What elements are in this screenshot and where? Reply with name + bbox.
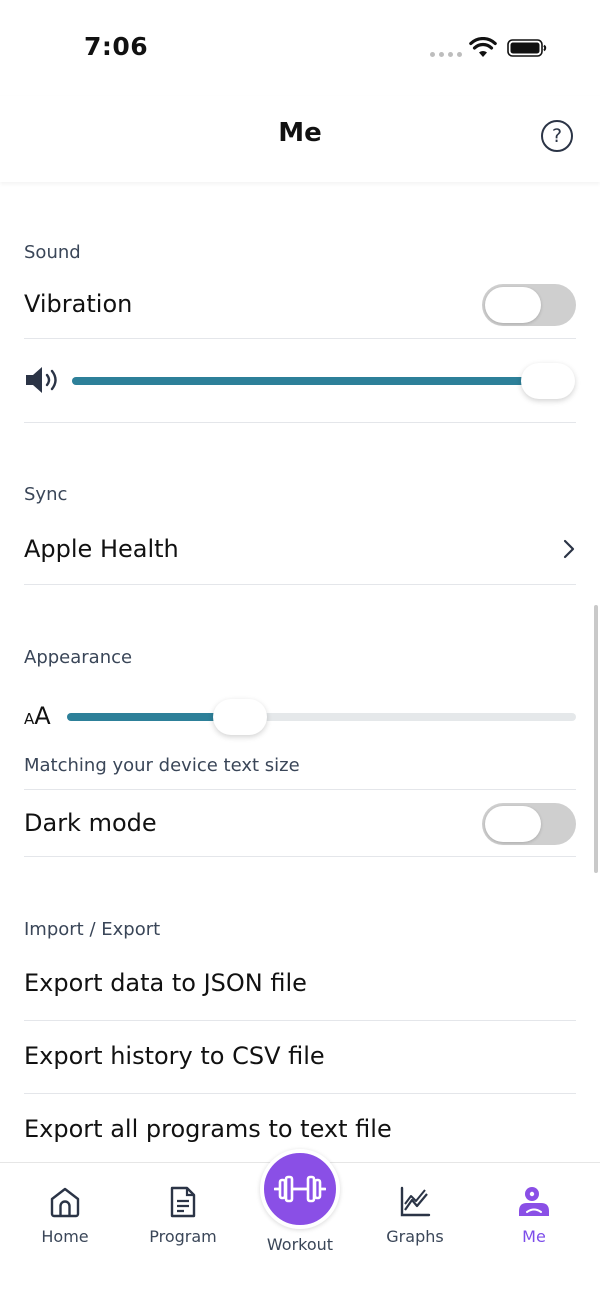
tab-label-workout[interactable]: Workout bbox=[240, 1235, 360, 1254]
status-time: 7:06 bbox=[84, 32, 149, 61]
cellular-signal-icon bbox=[430, 52, 462, 57]
header: Me ? bbox=[0, 96, 600, 182]
tab-label: Home bbox=[41, 1227, 89, 1246]
section-label-import-export: Import / Export bbox=[24, 919, 161, 940]
text-size-slider[interactable] bbox=[67, 713, 576, 721]
section-label-sync: Sync bbox=[24, 484, 68, 505]
graph-icon bbox=[400, 1186, 431, 1217]
section-label-sound: Sound bbox=[24, 242, 81, 263]
text-size-slider-knob[interactable] bbox=[213, 699, 268, 735]
help-icon: ? bbox=[551, 125, 563, 147]
export-csv-button[interactable]: Export history to CSV file bbox=[24, 1042, 325, 1070]
status-bar: 7:06 bbox=[0, 0, 600, 96]
page-title: Me bbox=[278, 118, 322, 148]
volume-slider-fill bbox=[72, 377, 548, 385]
divider bbox=[24, 856, 576, 857]
export-json-button[interactable]: Export data to JSON file bbox=[24, 969, 307, 997]
text-size-icon: AA bbox=[24, 702, 51, 730]
vibration-label: Vibration bbox=[24, 290, 133, 318]
dark-mode-toggle[interactable] bbox=[482, 803, 576, 845]
document-icon bbox=[170, 1186, 196, 1218]
volume-slider-knob[interactable] bbox=[521, 363, 575, 399]
tab-label: Program bbox=[149, 1227, 217, 1246]
tab-graphs[interactable]: Graphs bbox=[355, 1163, 475, 1263]
text-size-caption: Matching your device text size bbox=[24, 755, 300, 776]
home-icon bbox=[50, 1187, 80, 1218]
divider bbox=[24, 1093, 576, 1094]
divider bbox=[24, 789, 576, 790]
help-button[interactable]: ? bbox=[541, 120, 573, 152]
dark-mode-label: Dark mode bbox=[24, 809, 157, 837]
volume-slider[interactable] bbox=[72, 377, 548, 385]
battery-icon bbox=[507, 39, 547, 57]
wifi-icon bbox=[469, 37, 497, 57]
tab-home[interactable]: Home bbox=[5, 1163, 125, 1263]
tab-bar: Home Program Workout Graphs Me bbox=[0, 1149, 600, 1304]
workout-button[interactable] bbox=[260, 1149, 340, 1229]
section-label-appearance: Appearance bbox=[24, 647, 133, 668]
dumbbell-icon bbox=[274, 1175, 326, 1203]
tab-label: Me bbox=[522, 1227, 546, 1246]
scrollbar[interactable] bbox=[594, 605, 598, 873]
tab-me[interactable]: Me bbox=[474, 1163, 594, 1263]
profile-icon bbox=[519, 1187, 549, 1216]
divider bbox=[24, 1020, 576, 1021]
tab-label: Graphs bbox=[386, 1227, 444, 1246]
settings-content[interactable]: Sound Vibration Sync Apple Health Appear… bbox=[0, 182, 600, 1162]
divider bbox=[24, 338, 576, 339]
export-programs-button[interactable]: Export all programs to text file bbox=[24, 1115, 392, 1143]
chevron-right-icon[interactable] bbox=[562, 539, 576, 559]
apple-health-label[interactable]: Apple Health bbox=[24, 535, 179, 563]
divider bbox=[24, 422, 576, 423]
tab-program[interactable]: Program bbox=[123, 1163, 243, 1263]
vibration-toggle[interactable] bbox=[482, 284, 576, 326]
divider bbox=[24, 584, 576, 585]
volume-icon bbox=[26, 367, 57, 393]
